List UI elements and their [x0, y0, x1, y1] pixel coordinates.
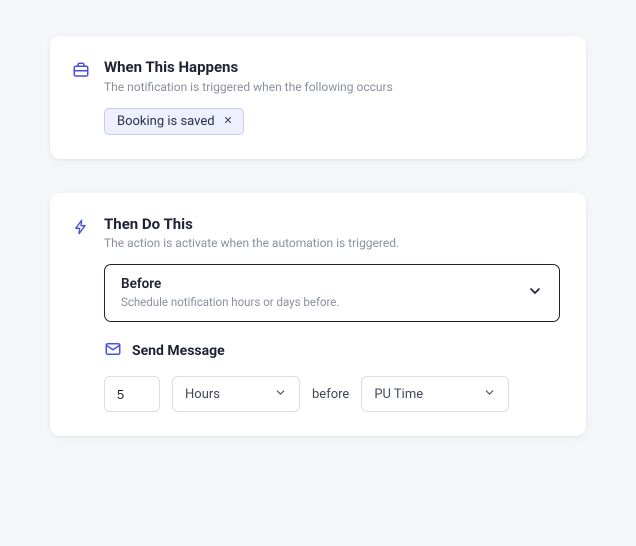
bolt-icon [70, 216, 92, 238]
chevron-down-icon [483, 386, 496, 403]
trigger-card: When This Happens The notification is tr… [50, 36, 586, 159]
send-message-header: Send Message [104, 340, 560, 362]
trigger-header: When This Happens The notification is tr… [70, 58, 560, 94]
timing-select[interactable]: Before Schedule notification hours or da… [104, 264, 560, 322]
reference-value: PU Time [374, 387, 423, 402]
chevron-down-icon [274, 386, 287, 403]
trigger-chip[interactable]: Booking is saved [104, 108, 244, 135]
joiner-label: before [312, 387, 349, 402]
trigger-title: When This Happens [104, 58, 393, 78]
chevron-down-icon [527, 283, 543, 303]
trigger-chip-label: Booking is saved [117, 114, 215, 129]
action-card: Then Do This The action is activate when… [50, 193, 586, 437]
reference-dropdown[interactable]: PU Time [361, 376, 509, 412]
units-value: Hours [185, 387, 220, 402]
action-title: Then Do This [104, 215, 399, 235]
action-header: Then Do This The action is activate when… [70, 215, 560, 251]
amount-input[interactable] [104, 376, 160, 412]
trigger-subtitle: The notification is triggered when the f… [104, 80, 393, 94]
action-subtitle: The action is activate when the automati… [104, 236, 399, 250]
briefcase-icon [70, 59, 92, 81]
close-icon[interactable] [223, 115, 233, 128]
timing-select-desc: Schedule notification hours or days befo… [121, 295, 339, 309]
send-message-title: Send Message [132, 343, 225, 359]
units-dropdown[interactable]: Hours [172, 376, 300, 412]
schedule-form-row: Hours before PU Time [104, 376, 560, 412]
timing-select-label: Before [121, 276, 339, 292]
mail-icon [104, 340, 122, 362]
